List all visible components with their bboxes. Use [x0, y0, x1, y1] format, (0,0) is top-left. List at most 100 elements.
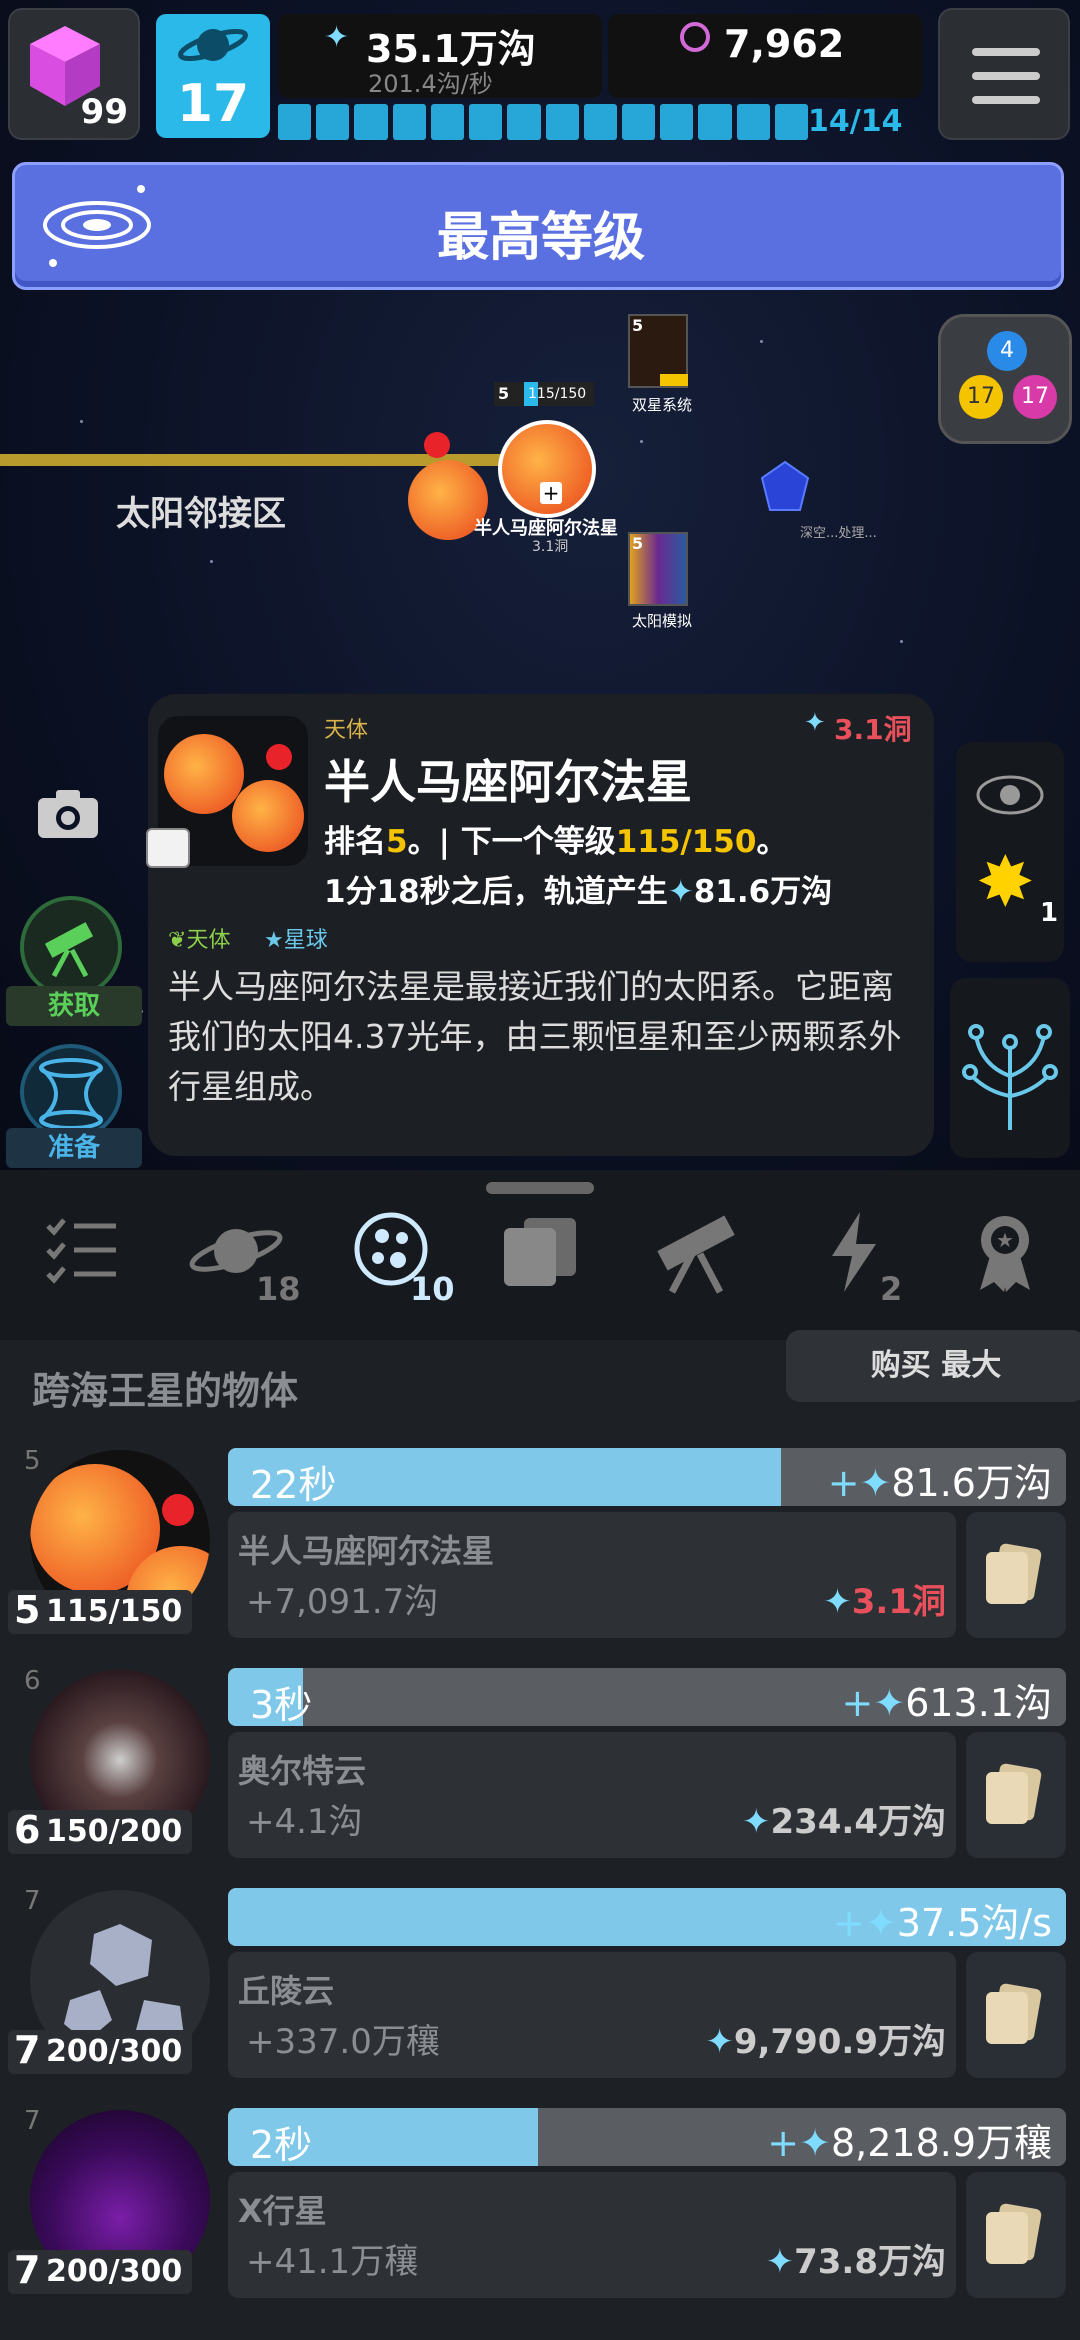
- crystal-icon[interactable]: [760, 460, 810, 516]
- right-tools-panel: ✸ 1: [956, 742, 1064, 962]
- object-name: 奥尔特云: [238, 1752, 367, 1790]
- detail-title: 半人马座阿尔法星: [324, 755, 692, 809]
- node-progress: 5 115/150: [494, 382, 594, 406]
- cards-button[interactable]: [966, 1952, 1066, 2078]
- object-info[interactable]: 奥尔特云 +4.1沟 ✦234.4万沟: [228, 1732, 956, 1858]
- top-bar: 99 17 ✦ 35.1万沟 201.4沟/秒 7,962 14/14: [8, 8, 1072, 148]
- object-cost: ✦9,790.9万沟: [705, 2022, 946, 2062]
- timer-bar: +✦37.5沟/s: [228, 1888, 1066, 1946]
- detail-rank-line: 排名5。| 下一个等级115/150。: [324, 824, 788, 860]
- orbit-system-icon[interactable]: [974, 770, 1046, 820]
- level-number: 17: [176, 74, 250, 134]
- object-cost: ✦3.1洞: [823, 1582, 946, 1622]
- plus-icon: +: [540, 482, 562, 504]
- cube-inventory-button[interactable]: 99: [8, 8, 140, 140]
- cards-button[interactable]: [966, 1512, 1066, 1638]
- telescope-icon: [44, 922, 94, 978]
- detail-orbit-line: 1分18秒之后，轨道产生✦81.6万沟: [324, 874, 833, 910]
- tab-telescope-icon[interactable]: [648, 1210, 744, 1294]
- object-income: +7,091.7沟: [246, 1582, 439, 1622]
- object-cost: ✦73.8万沟: [765, 2242, 946, 2282]
- timer-bar: 22秒 +✦81.6万沟: [228, 1448, 1066, 1506]
- max-level-banner[interactable]: 最高等级: [12, 162, 1064, 290]
- hamburger-icon: [972, 48, 1040, 56]
- object-name: 半人马座阿尔法星: [238, 1532, 495, 1570]
- leaf-icon: ❦: [168, 928, 187, 953]
- drag-handle[interactable]: [486, 1182, 594, 1194]
- tree-icon: [962, 1024, 1058, 1130]
- section-title: 跨海王星的物体: [32, 1369, 299, 1413]
- object-info[interactable]: X行星 +41.1万穰 ✦73.8万沟: [228, 2172, 956, 2298]
- cards-button[interactable]: [966, 1732, 1066, 1858]
- list-item[interactable]: 7 7 200/300 2秒 +✦8,218.9万穰 X行星 +41.1万穰 ✦7…: [0, 2098, 1080, 2314]
- zone-label: 太阳邻接区: [116, 494, 286, 534]
- list-item[interactable]: 7 7 200/300 +✦37.5沟/s 丘陵云 +337.0万穰 ✦9,790…: [0, 1878, 1080, 2094]
- reward-text: +✦8,218.9万穰: [767, 2121, 1052, 2165]
- wormhole-button[interactable]: [20, 1044, 122, 1140]
- orbit-path: [0, 454, 560, 466]
- level-badge[interactable]: 17: [156, 14, 270, 138]
- list-item[interactable]: 5 5 115/150 22秒 +✦81.6万沟 半人马座阿尔法星 +7,091.…: [0, 1438, 1080, 1654]
- reward-text: +✦81.6万沟: [827, 1461, 1052, 1505]
- cards-button[interactable]: [966, 2172, 1066, 2298]
- object-detail-card[interactable]: 天体 ✦ 3.1洞 半人马座阿尔法星 排名5。| 下一个等级115/150。 1…: [146, 694, 934, 1156]
- telescope-button[interactable]: [20, 896, 122, 998]
- tab-checklist-icon[interactable]: [44, 1216, 118, 1286]
- sparkle-icon: ✦: [804, 708, 826, 738]
- tag-planet: ★星球: [264, 928, 328, 953]
- buy-max-button[interactable]: 购买 最大: [786, 1330, 1080, 1402]
- selected-star-node[interactable]: +: [498, 420, 596, 518]
- tab-lightning-count: 2: [880, 1270, 903, 1308]
- detail-cost: 3.1洞: [834, 713, 912, 746]
- object-info[interactable]: 丘陵云 +337.0万穰 ✦9,790.9万沟: [228, 1952, 956, 2078]
- red-dwarf-icon: [424, 432, 450, 458]
- tag-celestial: ❦天体: [168, 928, 231, 953]
- gem-currency-panel[interactable]: 7,962: [608, 14, 922, 98]
- tab-lightning-icon[interactable]: [826, 1210, 882, 1294]
- detail-category: 天体: [324, 718, 369, 743]
- node-main-sub: 3.1洞: [532, 539, 569, 555]
- tab-cards-icon[interactable]: [500, 1214, 584, 1290]
- sparkle-icon: ✦: [324, 20, 350, 55]
- wormhole-icon: [39, 1058, 103, 1130]
- solar-analog-node[interactable]: 5: [628, 532, 688, 606]
- sun-icon[interactable]: ✸: [976, 842, 1035, 922]
- star-tag-icon: ★: [264, 928, 284, 953]
- binary-star-node[interactable]: 5: [628, 314, 688, 388]
- binary-label: 双星系统: [632, 396, 693, 414]
- timer-text: 3秒: [250, 1683, 313, 1726]
- tab-badge-icon[interactable]: ★: [976, 1212, 1034, 1292]
- acquire-label[interactable]: 获取: [6, 986, 142, 1026]
- timer-text: 22秒: [250, 1463, 337, 1506]
- object-income: +4.1沟: [246, 1802, 363, 1842]
- object-name: 丘陵云: [238, 1972, 335, 2010]
- timer-text: 2秒: [250, 2123, 313, 2166]
- currency-rate: 201.4沟/秒: [368, 70, 493, 98]
- element-bubbles-button[interactable]: 4 17 17: [938, 314, 1072, 444]
- sun-count: 1: [1040, 898, 1059, 928]
- main-currency-panel[interactable]: ✦ 35.1万沟 201.4沟/秒: [278, 14, 602, 98]
- list-item[interactable]: 6 6 150/200 3秒 +✦613.1沟 奥尔特云 +4.1沟 ✦234.4…: [0, 1658, 1080, 1874]
- reward-text: +✦613.1沟: [841, 1681, 1052, 1725]
- object-income: +337.0万穰: [246, 2022, 440, 2062]
- level-progress: 7 200/300: [8, 2028, 193, 2074]
- detail-description: 半人马座阿尔法星是最接近我们的太阳系。它距离我们的太阳4.37光年，由三颗恒星和…: [168, 967, 902, 1106]
- level-progress: 6 150/200: [8, 1808, 193, 1854]
- orb-icon: [680, 22, 710, 52]
- banner-label: 最高等级: [436, 208, 645, 268]
- skill-tree-button[interactable]: [950, 978, 1070, 1158]
- object-cost: ✦234.4万沟: [741, 1802, 946, 1842]
- deep-space-label: 深空...处理...: [800, 526, 877, 541]
- level-progress: 5 115/150: [8, 1588, 193, 1634]
- cube-count: 99: [80, 92, 128, 132]
- tab-planet-count: 18: [256, 1270, 301, 1308]
- prepare-label[interactable]: 准备: [6, 1128, 142, 1168]
- menu-button[interactable]: [938, 8, 1070, 140]
- level-progress: 7 200/300: [8, 2248, 193, 2294]
- object-income: +41.1万穰: [246, 2242, 419, 2282]
- reward-text: +✦37.5沟/s: [833, 1901, 1052, 1945]
- progress-text: 14/14: [808, 104, 903, 139]
- object-info[interactable]: 半人马座阿尔法星 +7,091.7沟 ✦3.1洞: [228, 1512, 956, 1638]
- camera-icon[interactable]: [36, 788, 100, 840]
- tab-active-count: 10: [410, 1270, 455, 1308]
